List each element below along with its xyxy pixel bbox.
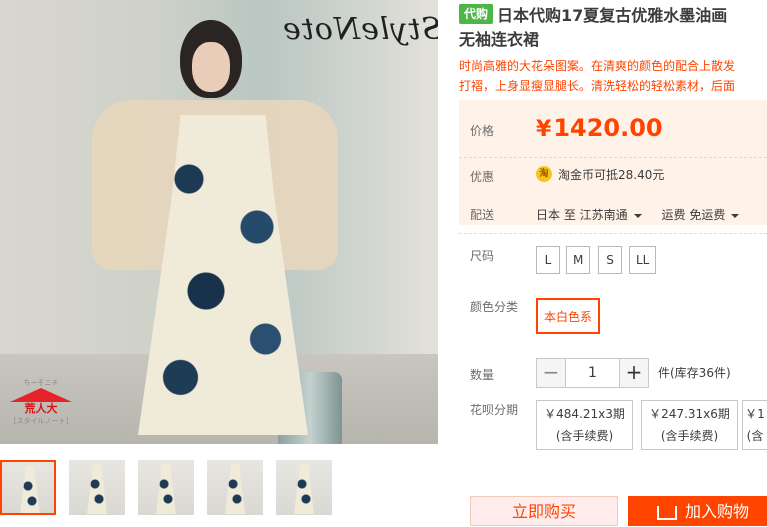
model-face (192, 42, 230, 92)
size-row: 尺码 L M S LL (459, 246, 767, 276)
add-to-cart-label: 加入购物 (684, 502, 749, 521)
shipping-from: 日本 至 (536, 208, 576, 222)
size-option-l[interactable]: L (536, 246, 560, 274)
store-badge: ちーそニチ 荒人大 [スタイルノート] (10, 378, 72, 430)
price-value: ¥1420.00 (536, 114, 663, 142)
price-divider (459, 157, 767, 158)
taojinbi-coin-icon: 淘 (536, 166, 552, 182)
title-text-1: 日本代购17夏复古优雅水墨油画 (497, 6, 728, 25)
main-product-image[interactable]: StyleNote ちーそニチ 荒人大 [スタイルノート] (0, 0, 438, 444)
stock-text: 件(库存36件) (658, 366, 731, 380)
thumbnail-5[interactable] (276, 460, 332, 515)
color-row: 颜色分类 本白色系 (459, 298, 767, 336)
fee-dropdown-icon[interactable] (731, 213, 740, 218)
brand-logo: StyleNote (282, 12, 438, 47)
badge-sub-text: [スタイルノート] (13, 417, 69, 425)
thumbnail-image (225, 464, 245, 514)
thumbnail-2[interactable] (69, 460, 125, 515)
thumbnail-image (87, 464, 107, 514)
daigou-tag: 代购 (459, 4, 494, 24)
thumbnail-image (20, 466, 40, 513)
cart-icon (656, 505, 677, 520)
crown-icon (10, 388, 72, 402)
color-label: 颜色分类 (470, 300, 519, 314)
promo-label: 优惠 (470, 170, 495, 184)
price-amount: 1420.00 (553, 114, 663, 142)
quantity-row: 数量 − 1 + 件(库存36件) (459, 358, 767, 388)
thumbnail-strip (0, 460, 440, 515)
shipping-fee[interactable]: 运费 免运费 (662, 208, 726, 222)
installment-price: ￥484.21x3期 (544, 407, 625, 421)
installment-fee: (含 (746, 429, 764, 443)
installment-label: 花呗分期 (470, 403, 519, 417)
quantity-increase-button[interactable]: + (619, 358, 649, 388)
add-to-cart-button[interactable]: 加入购物 (628, 496, 767, 526)
size-label: 尺码 (470, 249, 495, 263)
badge-main-text: 荒人大 (24, 402, 58, 415)
size-option-ll[interactable]: LL (629, 246, 657, 274)
size-option-m[interactable]: M (566, 246, 591, 274)
color-option-selected[interactable]: 本白色系 (536, 298, 601, 334)
section-divider (459, 233, 767, 234)
product-subtitle: 时尚高雅的大花朵图案。在清爽的颜色的配合上散发 打褶，上身显瘦显腿长。清洗轻松的… (459, 56, 767, 96)
badge-top-text: ちーそニチ (23, 379, 59, 387)
subtitle-line-1: 时尚高雅的大花朵图案。在清爽的颜色的配合上散发 (459, 59, 736, 73)
currency-symbol: ¥ (536, 117, 552, 142)
installment-price: ￥1 (745, 407, 765, 421)
thumbnail-3[interactable] (138, 460, 194, 515)
installment-fee: (含手续费) (660, 429, 719, 443)
shipping-label: 配送 (470, 208, 495, 222)
installment-option-6[interactable]: ￥247.31x6期 (含手续费) (641, 400, 738, 450)
installment-fee: (含手续费) (555, 429, 614, 443)
quantity-label: 数量 (470, 368, 495, 382)
destination-dropdown-icon[interactable] (633, 213, 642, 218)
shipping-info: 日本 至 江苏南通 运费 免运费 (536, 206, 745, 223)
subtitle-line-2: 打褶，上身显瘦显腿长。清洗轻松的轻松素材，后面 (459, 79, 736, 93)
promo-text: 淘金币可抵28.40元 (558, 168, 665, 182)
quantity-input[interactable]: 1 (566, 358, 619, 388)
buy-now-button[interactable]: 立即购买 (470, 496, 618, 526)
title-line-1: 代购 日本代购17夏复古优雅水墨油画 (459, 4, 767, 28)
product-title: 代购 日本代购17夏复古优雅水墨油画 无袖连衣裙 (459, 4, 767, 52)
price-label: 价格 (470, 124, 495, 138)
title-line-2: 无袖连衣裙 (459, 30, 540, 49)
thumbnail-image (156, 464, 176, 514)
installment-option-3[interactable]: ￥484.21x3期 (含手续费) (536, 400, 633, 450)
shipping-destination[interactable]: 江苏南通 (580, 208, 628, 222)
size-option-s[interactable]: S (598, 246, 622, 274)
shipping-row: 配送 日本 至 江苏南通 运费 免运费 (459, 205, 767, 229)
installment-option-12[interactable]: ￥1 (含 (742, 400, 767, 450)
thumbnail-4[interactable] (207, 460, 263, 515)
thumbnail-image (294, 464, 314, 514)
quantity-decrease-button[interactable]: − (536, 358, 566, 388)
model-figure (92, 20, 338, 440)
thumbnail-1[interactable] (0, 460, 56, 515)
installment-row: 花呗分期 ￥484.21x3期 (含手续费) ￥247.31x6期 (含手续费)… (459, 400, 767, 452)
installment-price: ￥247.31x6期 (649, 407, 730, 421)
